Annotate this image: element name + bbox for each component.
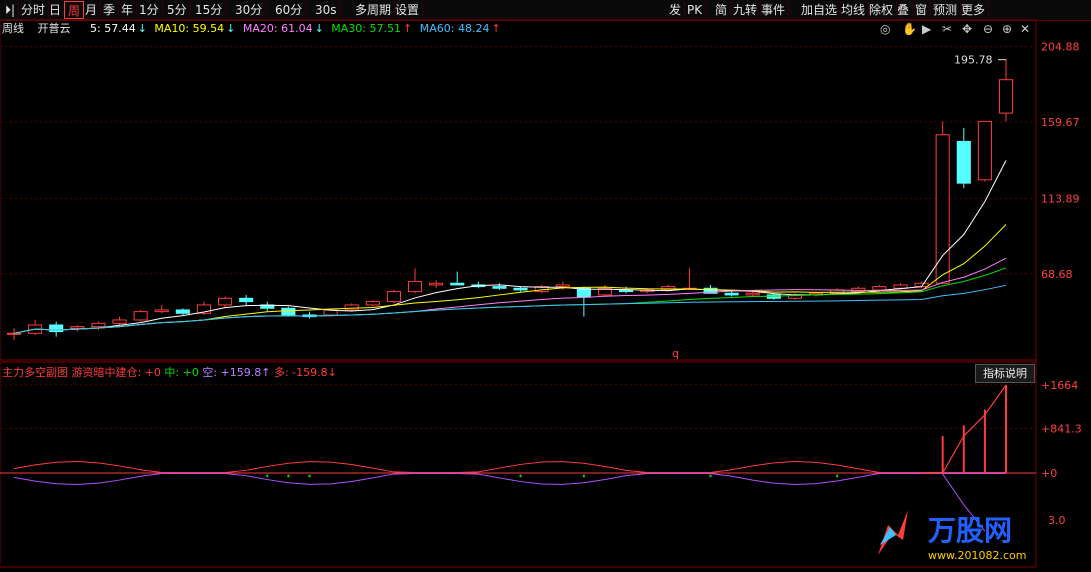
watermark-logo: 万股网 www.201082.com bbox=[868, 505, 1068, 565]
price-tick-label: 68.68 bbox=[1041, 268, 1073, 281]
price-panel-frame bbox=[0, 19, 1037, 361]
candle-body bbox=[872, 286, 887, 291]
candle-body bbox=[450, 282, 465, 286]
indicator-red-line bbox=[13, 461, 1006, 473]
candle-body bbox=[154, 309, 169, 313]
candle-body bbox=[344, 304, 359, 311]
indicator-info-bar: 主力多空副图 游资暗中建仓: +0 中: +0 空: +159.8↑ 多: -1… bbox=[0, 365, 337, 381]
candle-body bbox=[555, 284, 570, 288]
price-tick-label: 159.67 bbox=[1041, 116, 1080, 129]
candle-body bbox=[281, 307, 296, 316]
candle-body bbox=[956, 140, 971, 184]
candle-body bbox=[239, 297, 254, 303]
indicator-tick-label: +841.3 bbox=[1041, 423, 1082, 436]
candle-body bbox=[218, 297, 233, 306]
candle-body bbox=[6, 332, 22, 335]
watermark-brand: 万股网 bbox=[928, 514, 1012, 547]
price-tick-label: 204.88 bbox=[1041, 41, 1080, 54]
candle-body bbox=[492, 286, 507, 289]
candle-body bbox=[977, 120, 992, 181]
indicator-tick-label: +0 bbox=[1041, 467, 1057, 480]
candle-body bbox=[175, 309, 190, 314]
candle-body bbox=[133, 311, 148, 321]
indicator-zhong: 中: +0 bbox=[164, 366, 199, 379]
ma5-line bbox=[13, 160, 1007, 334]
max-price-label: 195.78 bbox=[954, 54, 993, 67]
indicator-kong: 空: +159.8↑ bbox=[202, 366, 271, 379]
price-tick-label: 113.89 bbox=[1041, 192, 1080, 205]
candle-body bbox=[407, 281, 423, 293]
chart-canvas: 204.88 159.67 113.89 68.68 195.78 q +1664 +841.… bbox=[0, 19, 1082, 568]
candle-body bbox=[386, 291, 401, 303]
candle-body bbox=[112, 319, 127, 324]
candle-body bbox=[91, 322, 106, 328]
watermark-url: www.201082.com bbox=[928, 549, 1026, 562]
candle-body bbox=[724, 292, 739, 296]
candle-body bbox=[513, 287, 528, 291]
indicator-purple-line bbox=[13, 473, 1006, 485]
candle-body bbox=[429, 282, 444, 286]
candle-body bbox=[70, 326, 85, 329]
candle-body bbox=[745, 292, 760, 296]
ma10-line bbox=[13, 224, 1007, 334]
candle-body bbox=[49, 324, 64, 333]
ma20-line bbox=[13, 257, 1007, 334]
indicator-duo: 多: -159.8↓ bbox=[273, 366, 337, 379]
indicator-title[interactable]: 主力多空副图 bbox=[0, 366, 68, 379]
candle-body bbox=[998, 79, 1014, 114]
indicator-help-button[interactable]: 指标说明 bbox=[975, 364, 1035, 383]
candle-body bbox=[365, 301, 380, 306]
candle-body bbox=[935, 134, 950, 284]
indicator-sub: 游资暗中建仓: +0 bbox=[71, 366, 161, 379]
indicator-tick-label: +1664 bbox=[1041, 379, 1078, 392]
marker-q: q bbox=[672, 347, 679, 360]
